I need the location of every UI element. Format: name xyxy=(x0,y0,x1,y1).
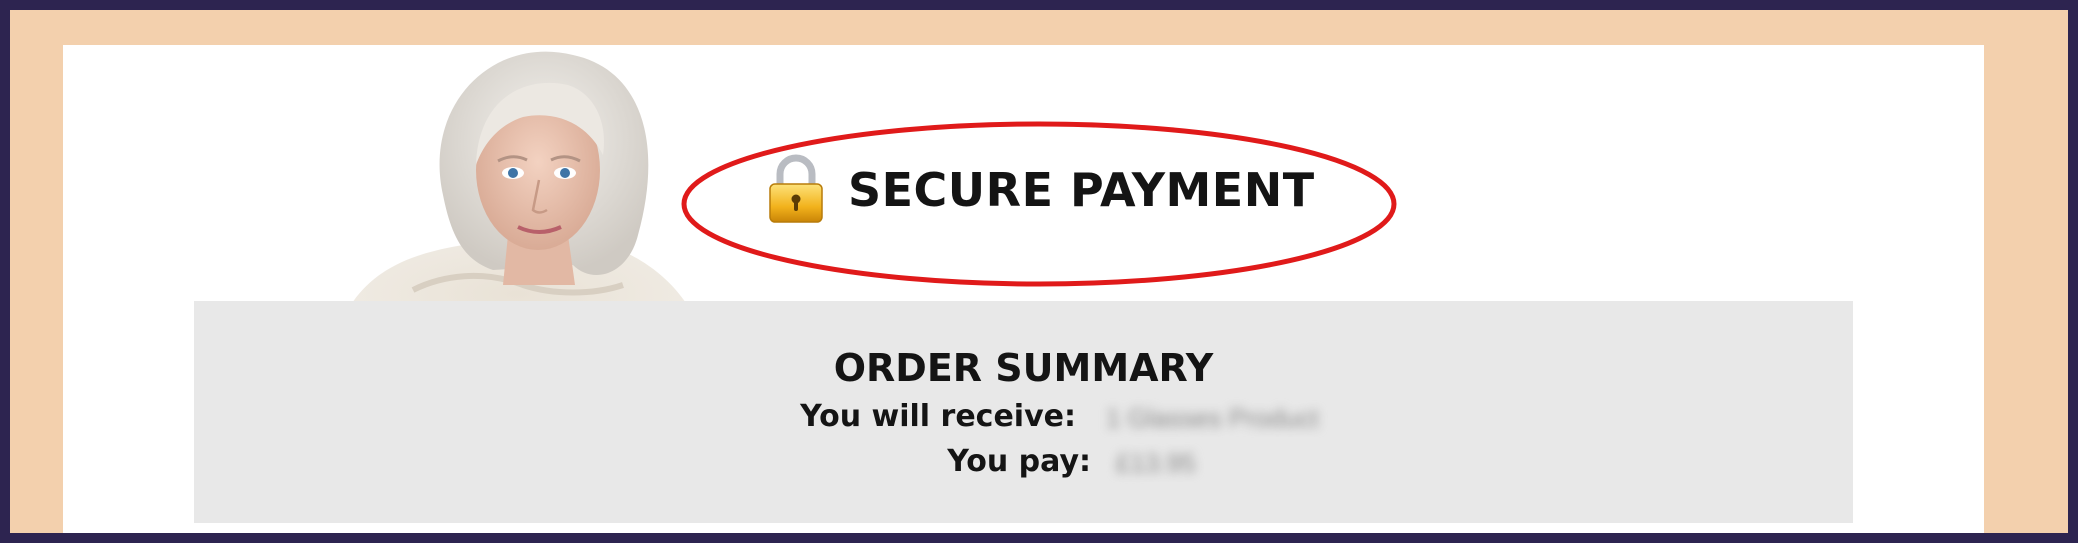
lock-icon xyxy=(769,154,823,223)
receive-label: You will receive: xyxy=(800,399,1076,434)
order-summary-title: ORDER SUMMARY xyxy=(833,346,1214,390)
order-summary-panel: ORDER SUMMARY You will receive: 1 Glasse… xyxy=(194,301,1853,523)
payment-card: SECURE PAYMENT ORDER SUMMARY You will re… xyxy=(63,45,1984,533)
secure-payment-banner: SECURE PAYMENT xyxy=(680,120,1398,288)
pay-label: You pay: xyxy=(947,444,1091,479)
secure-payment-title: SECURE PAYMENT xyxy=(848,163,1315,217)
pay-value: £13.95 xyxy=(1116,448,1196,478)
page-frame: SECURE PAYMENT ORDER SUMMARY You will re… xyxy=(10,10,2068,533)
receive-value: 1 Glasses Product xyxy=(1106,403,1319,433)
